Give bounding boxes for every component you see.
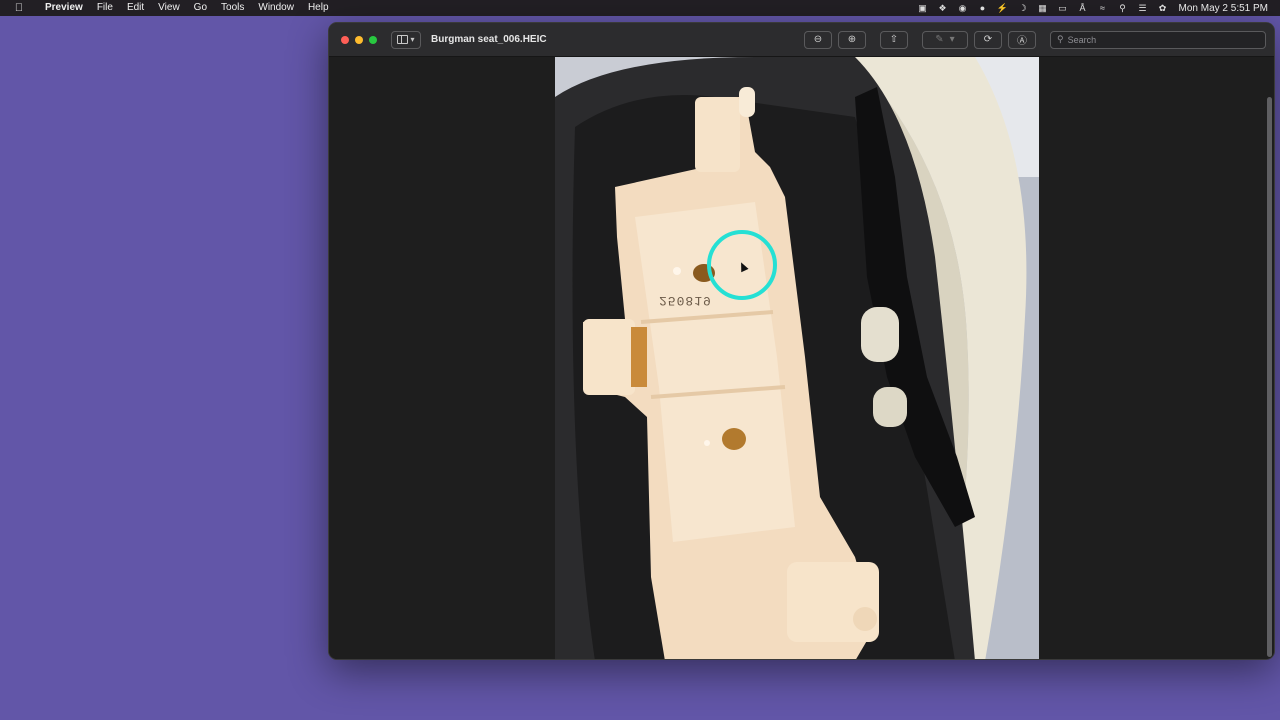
- markup-pen-icon: ✎: [935, 34, 944, 45]
- control-center-icon[interactable]: ☰: [1133, 0, 1153, 16]
- dot-icon[interactable]: ●: [973, 0, 993, 16]
- rotate-button[interactable]: ⟳: [974, 30, 1002, 49]
- search-icon: ⚲: [1057, 34, 1064, 44]
- menu-go[interactable]: Go: [187, 0, 214, 16]
- sidebar-icon: [397, 35, 409, 44]
- menu-file[interactable]: File: [90, 0, 120, 16]
- menu-help[interactable]: Help: [301, 0, 336, 16]
- bolt-icon[interactable]: ⚡: [993, 0, 1013, 16]
- sidebar-toggle-button[interactable]: ▾: [391, 30, 421, 49]
- creative-cloud-icon[interactable]: ◉: [953, 0, 973, 16]
- share-icon: ⇧: [889, 34, 899, 45]
- wifi-icon[interactable]: ≈: [1093, 0, 1113, 16]
- share-button[interactable]: ⇧: [880, 30, 908, 49]
- menu-app-preview[interactable]: Preview: [38, 0, 90, 16]
- dropbox-icon[interactable]: ❖: [933, 0, 953, 16]
- search-icon[interactable]: ⚲: [1113, 0, 1133, 16]
- chevron-down-icon: ▾: [949, 34, 955, 45]
- seat-photo: 250819: [555, 57, 1039, 659]
- bluetooth-icon[interactable]: Å: [1073, 0, 1093, 16]
- zoom-out-icon: ⊖: [813, 34, 823, 45]
- search-input[interactable]: [1067, 34, 1248, 45]
- rotate-icon: ⟳: [983, 34, 993, 45]
- toolbar: ⊖ ⊕ ⇧ ✎ ▾ ⟳ Ⓐ ⚲: [804, 30, 1266, 49]
- menu-view[interactable]: View: [151, 0, 187, 16]
- zoom-in-icon: ⊕: [847, 34, 857, 45]
- zoom-out-button[interactable]: ⊖: [804, 30, 832, 49]
- annotate-icon: Ⓐ: [1017, 36, 1027, 47]
- stamped-number-text: 250819: [659, 293, 712, 308]
- seat-photo-graphic: [555, 57, 1039, 659]
- chevron-down-icon: ▾: [410, 35, 415, 44]
- document-canvas[interactable]: 250819: [329, 57, 1274, 659]
- close-window-button[interactable]: [341, 35, 349, 44]
- minimize-window-button[interactable]: [355, 35, 363, 44]
- menu-edit[interactable]: Edit: [120, 0, 151, 16]
- title-bar[interactable]: ▾ Burgman seat_006.HEIC ⊖ ⊕ ⇧ ✎ ▾ ⟳ Ⓐ ⚲: [329, 23, 1274, 57]
- siri-icon[interactable]: ✿: [1153, 0, 1173, 16]
- menu-tools[interactable]: Tools: [214, 0, 251, 16]
- apple-menu-icon[interactable]: : [0, 2, 38, 14]
- status-area: ▣ ❖ ◉ ● ⚡ ☽ ▦ ▭ Å ≈ ⚲ ☰ ✿ Mon May 2 5:51…: [913, 0, 1280, 16]
- menu-bar:  Preview File Edit View Go Tools Window…: [0, 0, 1280, 16]
- screen-record-icon[interactable]: ▣: [913, 0, 933, 16]
- menu-clock[interactable]: Mon May 2 5:51 PM: [1173, 3, 1268, 14]
- search-field[interactable]: ⚲: [1050, 30, 1266, 49]
- keyboard-icon[interactable]: ▦: [1033, 0, 1053, 16]
- zoom-window-button[interactable]: [369, 35, 377, 44]
- markup-button[interactable]: ✎ ▾: [922, 30, 968, 49]
- document-title: Burgman seat_006.HEIC: [431, 34, 547, 45]
- vertical-scrollbar[interactable]: [1267, 97, 1272, 657]
- preview-window: ▾ Burgman seat_006.HEIC ⊖ ⊕ ⇧ ✎ ▾ ⟳ Ⓐ ⚲: [328, 22, 1275, 660]
- menu-window[interactable]: Window: [251, 0, 301, 16]
- window-controls: [341, 35, 377, 44]
- display-icon[interactable]: ▭: [1053, 0, 1073, 16]
- moon-icon[interactable]: ☽: [1013, 0, 1033, 16]
- annotate-button[interactable]: Ⓐ: [1008, 30, 1036, 49]
- zoom-in-button[interactable]: ⊕: [838, 30, 866, 49]
